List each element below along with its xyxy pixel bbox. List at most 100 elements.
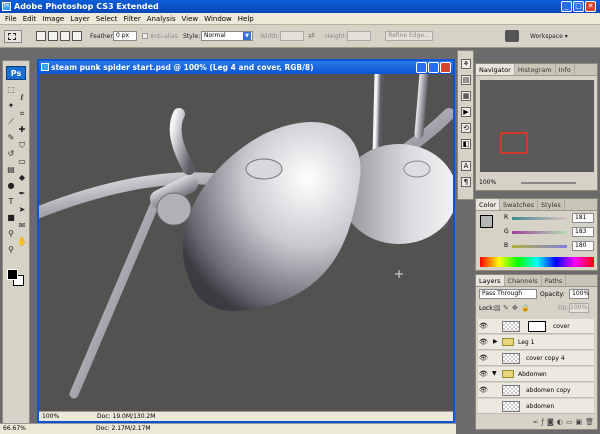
width-input[interactable] [280, 31, 304, 41]
navigator-view-box[interactable] [500, 132, 528, 154]
tab-navigator[interactable]: Navigator [476, 64, 515, 75]
blue-slider[interactable] [512, 245, 567, 248]
menu-analysis[interactable]: Analysis [144, 15, 179, 23]
type-tool-icon[interactable]: T [6, 197, 16, 207]
fill-input[interactable]: 100% [569, 303, 589, 313]
tab-swatches[interactable]: Swatches [500, 199, 539, 210]
visibility-eye-icon[interactable]: 👁 [479, 354, 488, 362]
new-layer-icon[interactable]: ▣ [575, 418, 582, 428]
slice-tool-icon[interactable]: ⟋ [6, 117, 16, 127]
pen-tool-icon[interactable]: ✒ [17, 189, 27, 199]
expand-triangle-icon[interactable]: ▶ [493, 338, 498, 345]
tab-color[interactable]: Color [476, 199, 500, 210]
subtract-selection-icon[interactable] [60, 31, 70, 41]
foreground-color-swatch[interactable] [480, 215, 493, 228]
lock-transparent-icon[interactable]: ▧ [494, 304, 501, 312]
red-slider[interactable] [512, 217, 567, 220]
workspace-menu[interactable]: Workspace ▾ [530, 33, 568, 40]
delete-layer-icon[interactable]: 🗑 [585, 418, 594, 428]
blend-mode-select[interactable]: Pass Through [479, 289, 537, 299]
dodge-tool-icon[interactable]: ● [6, 181, 16, 191]
image-canvas[interactable] [39, 74, 453, 411]
red-value[interactable]: 181 [572, 213, 594, 223]
opacity-input[interactable]: 100% [569, 289, 589, 299]
bridge-icon[interactable] [505, 30, 519, 42]
tab-layers[interactable]: Layers [476, 275, 505, 286]
zoom-tool-icon[interactable]: ⚲ [6, 245, 16, 255]
blur-tool-icon[interactable]: ◆ [17, 173, 27, 183]
path-select-tool-icon[interactable]: ➤ [17, 205, 27, 215]
foreground-color-icon[interactable] [7, 269, 18, 280]
layer-row[interactable]: 👁 ▼ Abdomen [478, 367, 594, 382]
history-icon[interactable]: ⟲ [461, 123, 471, 133]
brush-tool-icon[interactable]: ✎ [6, 133, 16, 143]
add-selection-icon[interactable] [48, 31, 58, 41]
layer-row[interactable]: 👁 abdomen copy [478, 383, 594, 398]
minimize-button[interactable]: _ [561, 1, 572, 12]
green-slider[interactable] [512, 231, 567, 234]
layer-row[interactable]: 👁 cover [478, 319, 594, 334]
menu-edit[interactable]: Edit [20, 15, 40, 23]
menu-layer[interactable]: Layer [67, 15, 93, 23]
menu-view[interactable]: View [179, 15, 202, 23]
tab-histogram[interactable]: Histogram [515, 64, 556, 75]
tab-styles[interactable]: Styles [538, 199, 565, 210]
lock-image-icon[interactable]: ✎ [503, 304, 509, 312]
green-value[interactable]: 183 [572, 227, 594, 237]
visibility-eye-icon[interactable]: 👁 [479, 338, 488, 346]
marquee-tool-icon[interactable]: ⬚ [6, 85, 16, 95]
refine-edge-button[interactable]: Refine Edge... [385, 31, 433, 41]
lasso-tool-icon[interactable]: ℓ [17, 93, 27, 103]
color-ramp[interactable] [480, 257, 594, 267]
feather-input[interactable]: 0 px [113, 31, 137, 41]
navigator-thumbnail[interactable] [480, 80, 594, 172]
close-button[interactable]: ✕ [585, 1, 596, 12]
doc-minimize-button[interactable] [416, 62, 427, 73]
actions-icon[interactable]: ▶ [461, 107, 471, 117]
layer-mask-thumbnail[interactable] [528, 321, 546, 332]
navigator-zoom[interactable]: 100% [479, 179, 496, 186]
tab-paths[interactable]: Paths [542, 275, 567, 286]
brushes-icon[interactable]: ⚘ [461, 59, 471, 69]
gradient-tool-icon[interactable]: ▤ [6, 165, 16, 175]
menu-select[interactable]: Select [93, 15, 121, 23]
visibility-eye-icon[interactable]: 👁 [479, 386, 488, 394]
intersect-selection-icon[interactable] [72, 31, 82, 41]
menu-window[interactable]: Window [201, 15, 235, 23]
eraser-tool-icon[interactable]: ▭ [17, 157, 27, 167]
layer-row[interactable]: 👁 cover copy 4 [478, 351, 594, 366]
healing-tool-icon[interactable]: ✚ [17, 125, 27, 135]
stamp-tool-icon[interactable]: ⛉ [17, 141, 27, 151]
visibility-eye-icon[interactable] [479, 402, 488, 410]
notes-tool-icon[interactable]: ✉ [17, 221, 27, 231]
anti-alias-checkbox[interactable] [142, 33, 148, 39]
layer-style-icon[interactable]: ƒ [541, 418, 543, 428]
collapse-triangle-icon[interactable]: ▼ [492, 370, 497, 377]
menu-filter[interactable]: Filter [120, 15, 143, 23]
style-select[interactable]: Normal ▼ [201, 31, 253, 41]
doc-maximize-button[interactable] [428, 62, 439, 73]
paragraph-icon[interactable]: ¶ [461, 177, 471, 187]
blue-value[interactable]: 180 [572, 241, 594, 251]
status-zoom[interactable]: 66.67% [3, 424, 26, 434]
layer-row[interactable]: abdomen [478, 399, 594, 414]
crop-tool-icon[interactable]: ⌗ [17, 109, 27, 119]
tool-presets-icon[interactable]: ▤ [461, 75, 471, 85]
lock-all-icon[interactable]: 🔒 [521, 304, 530, 312]
shape-tool-icon[interactable]: ■ [6, 213, 16, 223]
lock-position-icon[interactable]: ✥ [512, 304, 518, 312]
new-group-icon[interactable]: ▭ [566, 418, 573, 428]
layer-row[interactable]: 👁 ▶ Leg 1 [478, 335, 594, 350]
swap-dimensions-icon[interactable]: ⇄ [308, 31, 315, 40]
tab-channels[interactable]: Channels [505, 275, 542, 286]
doc-zoom-level[interactable]: 100% [42, 412, 59, 421]
add-mask-icon[interactable]: ◙ [547, 418, 554, 428]
character-icon[interactable]: A [461, 161, 471, 171]
visibility-eye-icon[interactable]: 👁 [479, 370, 488, 378]
maximize-button[interactable]: □ [573, 1, 584, 12]
adjustment-layer-icon[interactable]: ◐ [557, 418, 563, 428]
clone-source-icon[interactable]: ◧ [461, 139, 471, 149]
tool-preset-picker[interactable] [4, 30, 22, 43]
navigator-zoom-slider[interactable] [521, 182, 576, 184]
link-layers-icon[interactable]: ∞ [533, 418, 539, 428]
